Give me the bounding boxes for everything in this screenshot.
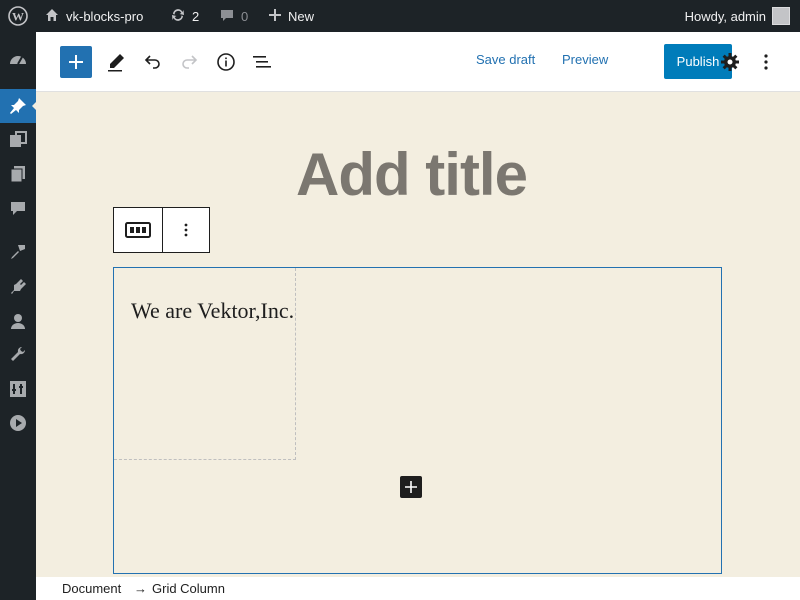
- details-button[interactable]: [210, 46, 242, 78]
- editor-toolbar: Save draft Preview Publish: [36, 32, 800, 92]
- plus-icon: [268, 8, 282, 25]
- dashboard-icon[interactable]: [0, 43, 36, 77]
- home-icon: [44, 7, 60, 26]
- grid-block-icon: [125, 222, 151, 238]
- pages-icon[interactable]: [0, 157, 36, 191]
- grid-column[interactable]: [114, 268, 296, 460]
- comments-count: 0: [241, 8, 249, 24]
- gear-icon: [721, 53, 739, 71]
- comments-link[interactable]: 0: [219, 0, 248, 32]
- redo-icon: [182, 55, 198, 69]
- block-options-button[interactable]: [163, 208, 209, 252]
- info-icon: [217, 53, 235, 71]
- breadcrumb-document[interactable]: Document: [62, 581, 121, 596]
- list-view-button[interactable]: [246, 46, 278, 78]
- options-button[interactable]: [750, 46, 782, 78]
- list-view-icon: [253, 56, 271, 68]
- tools-button[interactable]: [100, 46, 132, 78]
- preview-button[interactable]: Preview: [562, 52, 608, 67]
- breadcrumb-separator: →: [134, 581, 147, 596]
- account-menu[interactable]: Howdy, admin: [685, 0, 790, 32]
- block-type-button[interactable]: [114, 208, 162, 252]
- comments-icon[interactable]: [0, 191, 36, 225]
- updates-link[interactable]: 2: [170, 0, 199, 32]
- breadcrumb-grid-column[interactable]: Grid Column: [152, 581, 225, 596]
- block-appender-button[interactable]: [400, 476, 422, 498]
- plus-icon: [69, 55, 83, 69]
- undo-button[interactable]: [137, 46, 169, 78]
- undo-icon: [144, 55, 160, 69]
- svg-text:W: W: [12, 10, 24, 24]
- new-label: New: [288, 8, 315, 24]
- settings-button[interactable]: [714, 46, 746, 78]
- tools-icon[interactable]: [0, 338, 36, 372]
- avatar: [772, 7, 790, 25]
- plus-icon: [405, 481, 417, 493]
- pencil-icon: [108, 54, 124, 72]
- users-icon[interactable]: [0, 304, 36, 338]
- plugins-icon[interactable]: [0, 270, 36, 304]
- updates-icon: [170, 7, 186, 26]
- new-content-link[interactable]: New: [268, 0, 314, 32]
- settings-icon[interactable]: [0, 372, 36, 406]
- play-icon[interactable]: [0, 406, 36, 440]
- media-icon[interactable]: [0, 123, 36, 157]
- more-vertical-icon: [184, 223, 188, 237]
- redo-button[interactable]: [173, 46, 205, 78]
- wordpress-logo-icon[interactable]: W: [8, 0, 28, 32]
- column-paragraph[interactable]: We are Vektor,Inc.: [131, 298, 294, 324]
- pin-icon[interactable]: [0, 89, 37, 123]
- comment-icon: [219, 7, 235, 26]
- site-link[interactable]: vk-blocks-pro: [44, 0, 143, 32]
- save-draft-button[interactable]: Save draft: [476, 52, 535, 67]
- admin-bar: W vk-blocks-pro 2 0 New Howdy, admin: [0, 0, 800, 32]
- more-vertical-icon: [764, 54, 768, 70]
- site-name: vk-blocks-pro: [66, 8, 144, 24]
- block-breadcrumb: Document → Grid Column: [36, 577, 800, 600]
- admin-sidebar: [0, 32, 37, 600]
- add-block-button[interactable]: [60, 46, 92, 78]
- greeting: Howdy, admin: [684, 8, 766, 24]
- post-title[interactable]: Add title: [296, 140, 528, 209]
- updates-count: 2: [192, 8, 200, 24]
- appearance-icon[interactable]: [0, 235, 36, 269]
- block-toolbar: [113, 207, 210, 253]
